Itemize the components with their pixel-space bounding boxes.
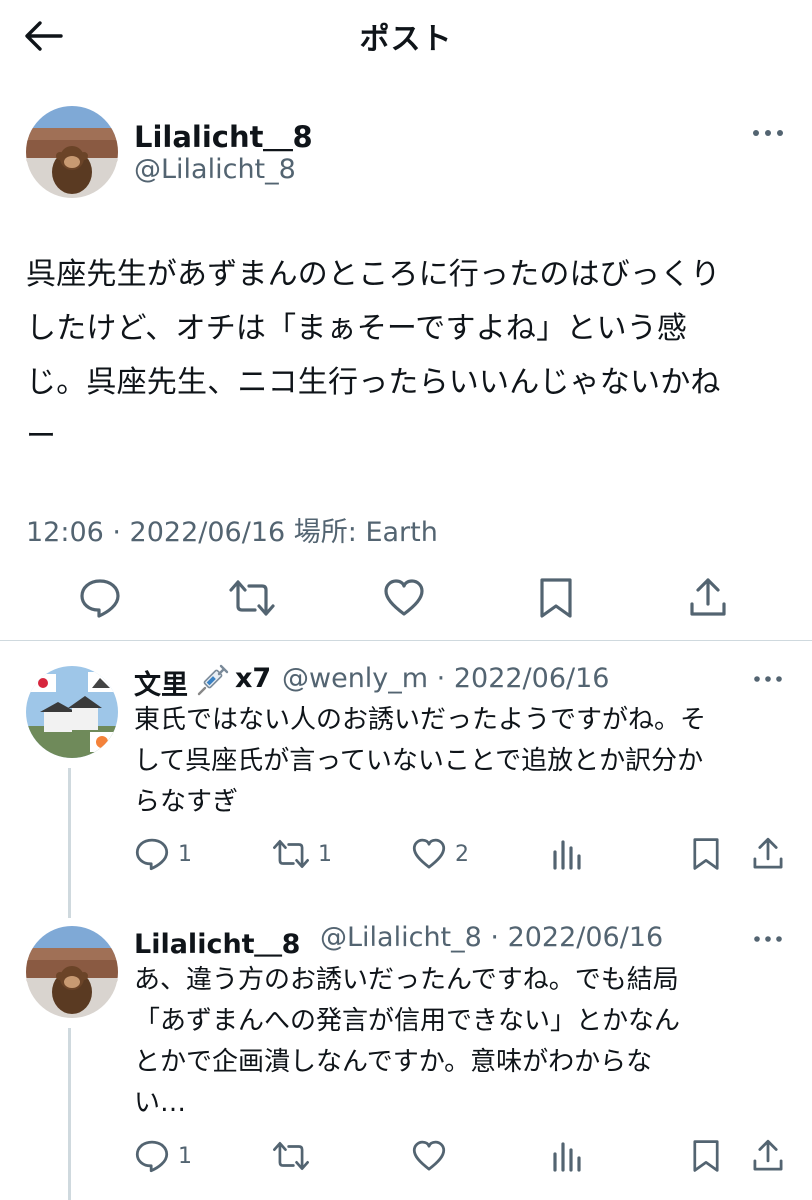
- repost-button[interactable]: 1: [272, 836, 332, 872]
- display-name[interactable]: Lilalicht＿8: [134, 922, 300, 961]
- name-suffix: x7: [235, 663, 272, 694]
- avatar[interactable]: [26, 666, 118, 758]
- bookmark-icon: [540, 578, 572, 618]
- bookmark-button[interactable]: [690, 1138, 722, 1174]
- avatar[interactable]: [26, 106, 118, 198]
- divider: [0, 640, 812, 641]
- like-button[interactable]: [382, 576, 426, 620]
- repost-icon: [273, 839, 309, 869]
- share-icon: [753, 1139, 783, 1171]
- reply-meta[interactable]: @wenly_m · 2022/06/16: [282, 663, 609, 694]
- page-title: ポスト: [359, 22, 453, 57]
- reply-button[interactable]: 1: [134, 836, 192, 872]
- top-bar: ポスト: [0, 0, 812, 72]
- heart-icon: [412, 838, 446, 869]
- like-button[interactable]: 2: [411, 836, 469, 872]
- reply-button[interactable]: 1: [134, 1138, 192, 1174]
- share-icon: [690, 578, 726, 616]
- display-name[interactable]: 文里: [134, 663, 188, 702]
- like-button[interactable]: [411, 1138, 447, 1174]
- bookmark-button[interactable]: [690, 836, 722, 872]
- post-timestamp: 12:06 · 2022/06/16 場所: Earth: [26, 517, 438, 548]
- more-icon: [753, 130, 783, 136]
- reply-meta[interactable]: @Lilalicht_8 · 2022/06/16: [320, 922, 663, 953]
- thread-line: [68, 1028, 71, 1200]
- heart-icon: [384, 579, 424, 616]
- views-button[interactable]: [550, 836, 584, 872]
- avatar[interactable]: [26, 926, 118, 1018]
- bookmark-icon: [693, 838, 719, 870]
- reply-text: あ、違う方のお誘いだったんですね。でも結局 「あずまんへの発言が信用できない」と…: [134, 965, 681, 1118]
- reply-icon: [80, 579, 120, 618]
- share-icon: [753, 837, 783, 869]
- more-options-button[interactable]: [748, 924, 788, 954]
- more-icon: [754, 936, 782, 942]
- bookmark-icon: [693, 1140, 719, 1172]
- reply-text: 東氏ではない人のお誘いだったようですがね。そ して呉座氏が言っていないことで追放…: [134, 705, 707, 817]
- reply-button[interactable]: [78, 576, 122, 620]
- repost-icon: [273, 1141, 309, 1171]
- repost-count: 1: [318, 841, 332, 867]
- more-options-button[interactable]: [748, 664, 788, 694]
- syringe-icon: [197, 664, 229, 696]
- more-options-button[interactable]: [748, 118, 788, 148]
- reply-icon: [135, 838, 169, 871]
- post-actions: [0, 570, 812, 626]
- views-button[interactable]: [550, 1138, 584, 1174]
- repost-button[interactable]: [228, 576, 276, 620]
- share-button[interactable]: [750, 836, 786, 872]
- reply-icon: [135, 1140, 169, 1173]
- display-name[interactable]: Lilalicht＿8: [134, 114, 313, 156]
- thread-line: [68, 768, 71, 918]
- reply-count: 1: [178, 1143, 192, 1169]
- bookmark-button[interactable]: [536, 576, 576, 620]
- like-count: 2: [455, 841, 469, 867]
- share-button[interactable]: [686, 576, 730, 620]
- user-handle[interactable]: @Lilalicht_8: [134, 154, 296, 185]
- analytics-icon: [553, 1142, 581, 1172]
- repost-icon: [229, 580, 275, 616]
- reply-count: 1: [178, 841, 192, 867]
- analytics-icon: [553, 840, 581, 870]
- heart-icon: [412, 1140, 446, 1171]
- post-text: 呉座先生があずまんのところに行ったのはびっくり したけど、オチは「まぁそーですよ…: [26, 257, 721, 454]
- repost-button[interactable]: [272, 1138, 310, 1174]
- more-icon: [754, 676, 782, 682]
- share-button[interactable]: [750, 1138, 786, 1174]
